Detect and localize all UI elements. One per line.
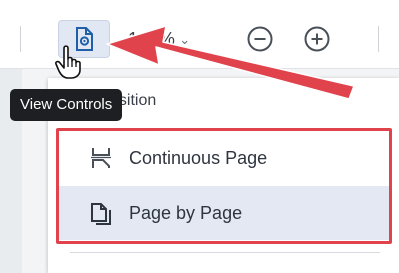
annotation-highlight-box bbox=[56, 128, 392, 244]
zoom-value: 144% bbox=[128, 28, 176, 49]
zoom-in-button[interactable] bbox=[302, 24, 332, 54]
toolbar-separator bbox=[20, 26, 21, 52]
tooltip: View Controls bbox=[10, 89, 123, 121]
zoom-dropdown[interactable]: 144% ⌄ bbox=[118, 22, 224, 56]
hand-cursor-icon bbox=[55, 45, 81, 79]
zoom-out-button[interactable] bbox=[245, 24, 275, 54]
toolbar-separator bbox=[378, 26, 379, 52]
chevron-down-icon: ⌄ bbox=[179, 32, 191, 47]
panel-divider bbox=[70, 252, 380, 253]
minus-circle-icon bbox=[247, 26, 273, 52]
plus-circle-icon bbox=[304, 26, 330, 52]
